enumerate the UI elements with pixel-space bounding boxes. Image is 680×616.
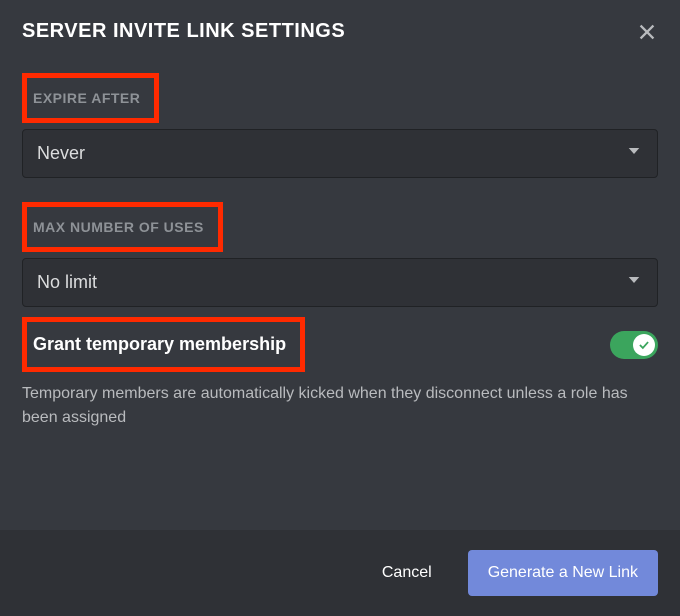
chevron-down-icon [625, 142, 643, 165]
close-icon[interactable] [636, 21, 658, 43]
expire-after-select[interactable]: Never [22, 129, 658, 178]
expire-after-label: EXPIRE AFTER [33, 90, 140, 106]
max-uses-value: No limit [37, 272, 97, 293]
toggle-knob [633, 334, 655, 356]
max-uses-select[interactable]: No limit [22, 258, 658, 307]
temporary-membership-description: Temporary members are automatically kick… [22, 382, 658, 430]
modal-header: SERVER INVITE LINK SETTINGS [0, 0, 680, 55]
modal-title: SERVER INVITE LINK SETTINGS [22, 20, 345, 43]
expire-after-label-highlight: EXPIRE AFTER [22, 73, 159, 123]
chevron-down-icon [625, 271, 643, 294]
temporary-membership-toggle[interactable] [610, 331, 658, 359]
cancel-button[interactable]: Cancel [366, 554, 448, 592]
temporary-membership-label: Grant temporary membership [33, 334, 286, 354]
modal-footer: Cancel Generate a New Link [0, 530, 680, 616]
max-uses-label: MAX NUMBER OF USES [33, 219, 204, 235]
max-uses-label-highlight: MAX NUMBER OF USES [22, 202, 223, 252]
temporary-membership-label-highlight: Grant temporary membership [22, 317, 305, 372]
generate-link-button[interactable]: Generate a New Link [468, 550, 658, 596]
modal-content: EXPIRE AFTER Never MAX NUMBER OF USES No… [0, 55, 680, 430]
expire-after-value: Never [37, 143, 85, 164]
checkmark-icon [637, 338, 651, 352]
temporary-membership-row: Grant temporary membership [22, 317, 658, 372]
